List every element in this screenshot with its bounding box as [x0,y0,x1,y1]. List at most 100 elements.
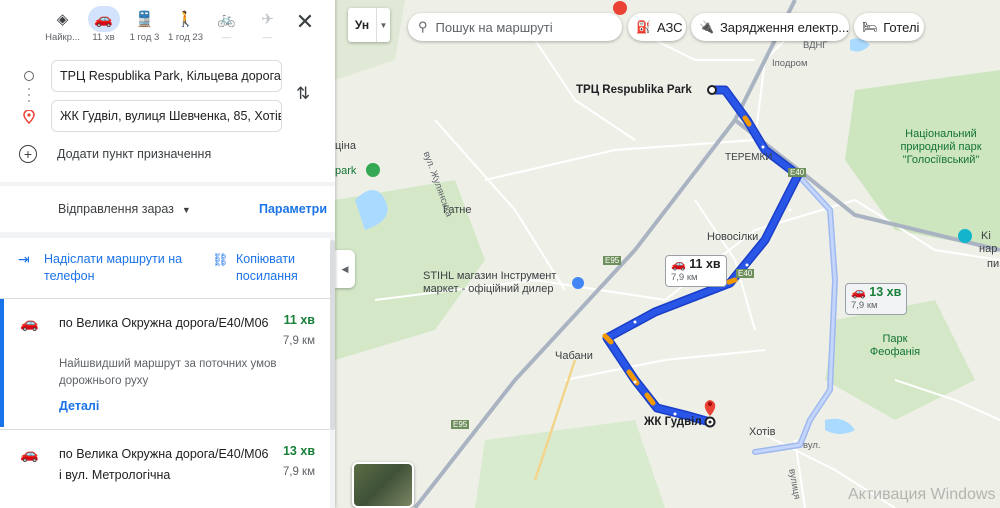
map-label-park-left: park [335,165,357,177]
add-destination-label: Додати пункт призначення [57,147,212,161]
mode-flights[interactable]: ✈ — [247,6,288,50]
ev-charger-icon: 🔌 [699,20,714,34]
best-route-icon: ◈ [56,11,69,28]
send-to-phone-button[interactable]: ⇥ Надіслати маршрути на телефон [18,251,204,285]
map-canvas[interactable]: ТРЦ Respublika Park ЖК Гудвіл ТЕРЕМКИ Га… [335,0,1000,508]
map-label-e95-a: E95 [603,256,622,265]
map-label-origin[interactable]: ТРЦ Respublika Park [576,84,692,96]
gas-station-icon: ⛽ [636,20,651,34]
send-to-phone-label: Надіслати маршрути на телефон [44,252,183,283]
route-time: 13 хв [282,444,315,458]
map-label-teremky: ТЕРЕМКИ [725,152,773,163]
mode-label: — [221,32,232,43]
map-label-national-park: Національний природний парк "Голосіївськ… [900,128,982,166]
swap-icon[interactable]: ⇅ [296,84,310,104]
mode-cycling[interactable]: 🚲 — [206,6,247,50]
car-icon: 🚗 [20,315,39,332]
chip-label: Готелі [883,19,920,35]
map-label-e95-b: E95 [451,420,470,429]
chevron-down-icon[interactable]: ▼ [376,8,390,42]
car-icon: 🚗 [671,257,686,271]
map-label-novosilky: Новосілки [707,231,759,243]
chevron-left-icon: ◀ [341,263,349,274]
mode-label: Найкр... [45,32,80,43]
route-name: по Велика Окружна дорога/E40/М06 і вул. … [59,447,269,482]
mode-driving[interactable]: 🚗 11 хв [83,6,124,50]
hotel-icon: 🛏 [862,20,878,34]
transit-icon: 🚆 [135,11,154,28]
walk-icon: 🚶 [176,11,195,28]
bicycle-icon: 🚲 [217,11,236,28]
satellite-layer-thumbnail[interactable] [352,462,414,508]
chip-hotels[interactable]: 🛏 Готелі [854,13,924,41]
route-dots-icon [28,100,30,102]
chip-label: АЗС [656,19,683,35]
divider [0,232,335,238]
depart-now-label: Відправлення зараз [58,202,174,216]
mode-label: 1 год 3 [129,32,160,43]
link-icon: ⛓ [212,252,229,267]
mode-walking[interactable]: 🚶 1 год 23 [165,6,206,50]
callout-time-alt: 13 хв [869,285,902,299]
route-dots-icon [28,88,30,90]
car-icon: 🚗 [87,6,120,32]
route-option-1[interactable]: 🚗 по Велика Окружна дорога/E40/М06 11 хв… [0,299,330,427]
map-roads [335,0,1000,508]
depart-now-dropdown[interactable]: Відправлення зараз ▼ [58,202,191,216]
mode-label: — [262,32,273,43]
chip-ev-charging[interactable]: 🔌 Зарядження електр... [691,13,849,41]
route-distance: 7,9 км [282,335,315,347]
map-label-destination[interactable]: ЖК Гудвіл [644,416,702,428]
options-button[interactable]: Параметри [259,202,327,216]
callout-distance: 7,9 км [671,272,698,283]
map-layer-button[interactable]: Ун ▼ [348,8,390,42]
windows-activation-watermark: Активация Windows [848,486,996,503]
scrollbar-thumb[interactable] [330,240,335,430]
map-label-right-cut-2: нар [979,243,998,255]
send-to-phone-icon: ⇥ [18,251,30,267]
callout-distance-alt: 7,9 км [851,300,878,311]
add-destination-button[interactable]: + Додати пункт призначення [19,145,211,163]
plus-icon: + [19,145,37,163]
destination-pin-icon [23,110,35,124]
map-label-park-feofania: Парк Феофанія [869,333,921,358]
mode-label: 1 год 23 [167,32,203,43]
route-distance: 7,9 км [282,466,315,478]
route-option-2[interactable]: 🚗 по Велика Окружна дорога/E40/М06 і вул… [0,430,330,508]
search-icon: ⚲ [418,19,428,34]
layer-label: Ун [354,18,370,32]
map-label-khotiv: Хотів [749,426,776,438]
close-icon[interactable]: ✕ [293,9,317,34]
divider [0,182,335,186]
travel-mode-bar: ◈ Найкр... 🚗 11 хв 🚆 1 год 3 🚶 1 год 23 … [42,6,288,50]
origin-input[interactable]: ТРЦ Respublika Park, Кільцева дорога, [51,60,282,92]
map-label-tsina: ціна [335,140,356,152]
copy-link-button[interactable]: ⛓ Копіювати посилання [212,251,316,285]
map-label-right-cut-vul: вул. [803,440,821,451]
route-time-callout-main[interactable]: 🚗 11 хв 7,9 км [665,255,727,287]
route-time: 11 хв [283,313,315,327]
mode-best[interactable]: ◈ Найкр... [42,6,83,50]
map-label-ipodrom: Іподром [772,58,808,69]
map-label-vdng: ВДНГ [803,40,828,51]
map-label-stihl[interactable]: STIHL магазин Інструмент маркет - офіцій… [423,270,583,296]
route-description: Найшвидший маршрут за поточних умов доро… [59,358,277,387]
app-root: ТРЦ Respublika Park ЖК Гудвіл ТЕРЕМКИ Га… [0,0,1000,508]
route-name: по Велика Окружна дорога/E40/М06 [59,316,269,330]
car-icon: 🚗 [851,285,866,299]
plane-icon: ✈ [261,11,274,28]
route-time-callout-alt[interactable]: 🚗 13 хв 7,9 км [845,283,908,315]
directions-panel: ◈ Найкр... 🚗 11 хв 🚆 1 год 3 🚶 1 год 23 … [0,0,335,508]
search-along-route-placeholder: Пошук на маршруті [435,19,553,35]
callout-time: 11 хв [689,257,721,271]
origin-dot-icon [24,71,34,81]
destination-input[interactable]: ЖК Гудвіл, вулиця Шевченка, 85, Хотів [51,100,282,132]
mode-transit[interactable]: 🚆 1 год 3 [124,6,165,50]
search-along-route-input[interactable]: ⚲ Пошук на маршруті [408,13,622,41]
chip-gas-stations[interactable]: ⛽ АЗС [628,13,686,41]
map-label-chabany: Чабани [555,350,593,362]
car-icon: 🚗 [20,446,39,463]
caret-down-icon: ▼ [181,205,191,215]
collapse-sidebar-button[interactable]: ◀ [335,250,355,288]
route-details-link[interactable]: Деталі [59,399,99,413]
